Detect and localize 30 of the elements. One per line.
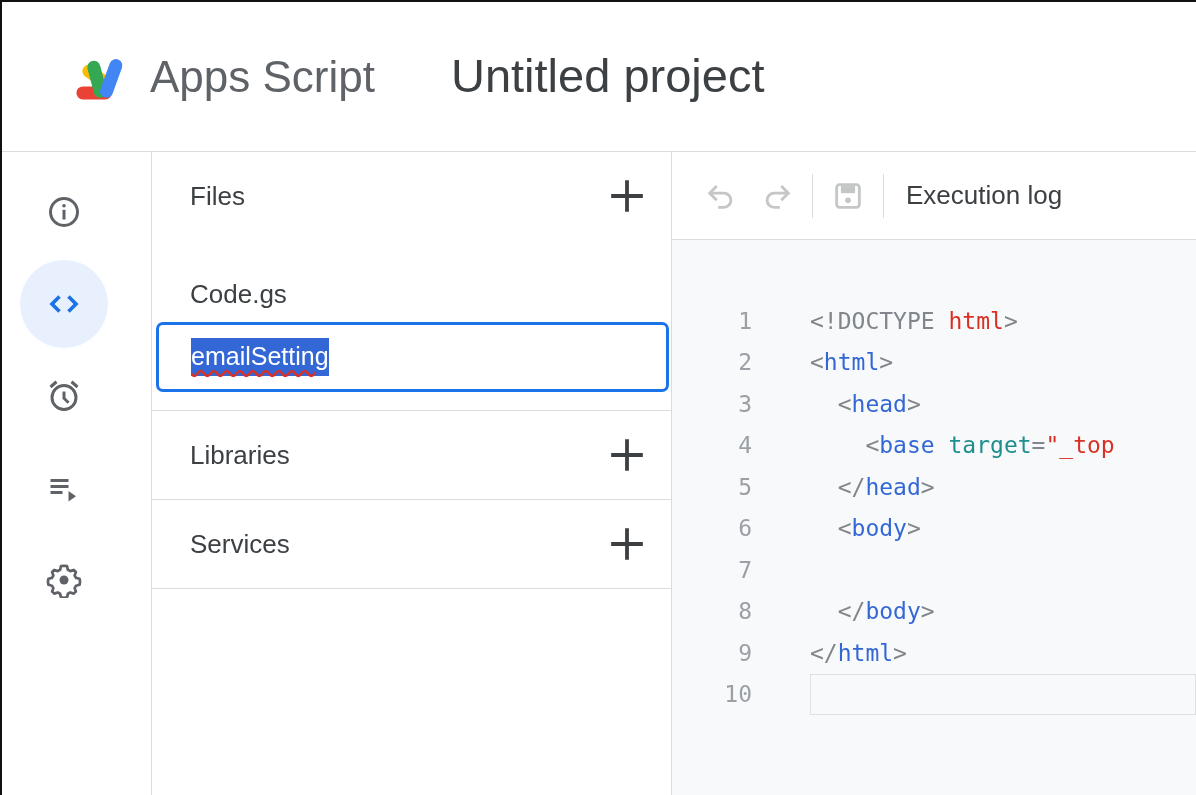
line-number: 8 [737, 597, 752, 626]
section-title: Files [190, 179, 245, 213]
app-name: Apps Script [150, 50, 375, 103]
code-line: <head> [836, 389, 921, 419]
file-item[interactable]: Code.gs [154, 266, 671, 322]
line-number: 4 [737, 431, 752, 460]
line-number: 5 [737, 472, 752, 502]
line-number: 9 [737, 638, 752, 668]
line-number: 1 [737, 306, 752, 336]
line-number: 7 [737, 555, 752, 585]
code-line: </body> [836, 597, 935, 626]
line-number: 6 [737, 514, 752, 543]
line-number: 10 [723, 680, 752, 709]
plus-icon [608, 525, 646, 563]
project-title[interactable]: Untitled project [451, 41, 765, 112]
section-title: Services [190, 527, 290, 561]
plus-icon [608, 177, 646, 215]
code-line: </head> [836, 472, 935, 502]
code-line: <!DOCTYPE html> [810, 306, 1018, 336]
section-title: Libraries [190, 438, 290, 472]
code-line: <html> [810, 348, 894, 377]
rename-field[interactable]: emailSetting [156, 322, 669, 392]
plus-icon [608, 436, 646, 474]
line-number: 3 [737, 389, 752, 419]
code-line: <base target="_top [864, 431, 1115, 461]
code-line: </html> [810, 638, 907, 668]
execution-log-button[interactable]: Execution log [898, 176, 1071, 215]
settings-icon [45, 562, 82, 598]
code-line: <body> [836, 514, 921, 543]
line-number: 2 [737, 348, 752, 377]
